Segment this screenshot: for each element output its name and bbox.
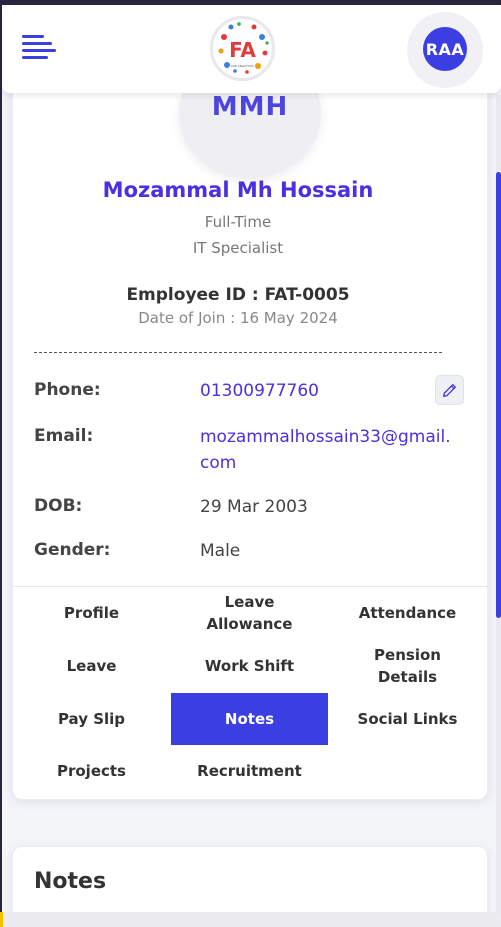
tab-pay-slip[interactable]: Pay Slip — [13, 693, 170, 745]
logo-subtext: FAB ANALYTICS — [231, 64, 254, 68]
tab-label: Details — [377, 667, 438, 686]
tab-social-links[interactable]: Social Links — [329, 693, 486, 745]
tab-profile[interactable]: Profile — [13, 588, 170, 637]
tab-notes[interactable]: Notes — [171, 693, 328, 745]
hamburger-menu-icon — [22, 35, 56, 59]
email-link[interactable]: mozammalhossain33@gmail. com — [200, 424, 451, 476]
tabs-separator — [13, 586, 487, 587]
tab-label: Profile — [63, 603, 120, 622]
dob-value: 29 Mar 2003 — [200, 497, 308, 517]
tab-label: Notes — [224, 710, 275, 728]
employment-type: Full-Time — [204, 213, 272, 231]
edit-profile-button[interactable] — [435, 375, 464, 405]
tab-label: Allowance — [206, 614, 293, 633]
pencil-icon — [443, 383, 456, 397]
tab-recruitment[interactable]: Recruitment — [171, 747, 328, 795]
tab-label: Pay Slip — [57, 710, 126, 728]
tab-attendance[interactable]: Attendance — [329, 588, 486, 637]
tab-leave[interactable]: Leave — [13, 641, 170, 690]
phone-link[interactable]: 01300977760 — [200, 378, 319, 404]
tab-label: Leave — [66, 656, 117, 675]
tab-label: Pension — [374, 645, 441, 664]
tab-work-shift[interactable]: Work Shift — [171, 641, 328, 690]
bottom-accent — [0, 912, 3, 927]
tab-projects[interactable]: Projects — [13, 747, 170, 795]
logo-icon: FA FAB ANALYTICS — [210, 16, 275, 81]
dob-label: DOB: — [34, 496, 83, 516]
tab-leave-allowance[interactable]: Leave Allowance — [171, 588, 328, 637]
tab-label: Projects — [56, 762, 126, 780]
email-label: Email: — [34, 426, 94, 446]
gender-label: Gender: — [34, 540, 111, 560]
notes-title: Notes — [34, 869, 107, 894]
tab-label: Leave — [224, 592, 275, 611]
tab-label: Recruitment — [197, 762, 302, 780]
logo-text: FA — [229, 38, 256, 62]
employee-id: Employee ID : FAT-0005 — [126, 285, 350, 305]
menu-button[interactable] — [22, 33, 58, 63]
left-edge — [0, 0, 2, 927]
tab-label: Work Shift — [204, 656, 295, 675]
employee-name: Mozammal Mh Hossain — [102, 178, 374, 202]
gender-value: Male — [200, 541, 241, 561]
date-of-join: Date of Join : 16 May 2024 — [138, 309, 338, 327]
employee-avatar-initials: MMH — [211, 92, 289, 122]
company-logo[interactable]: FA FAB ANALYTICS — [209, 15, 276, 82]
tab-label: Attendance — [358, 603, 457, 622]
email-line-1: mozammalhossain33@gmail. — [200, 427, 451, 447]
bottom-bar — [0, 912, 501, 927]
employee-designation: IT Specialist — [192, 239, 284, 257]
phone-label: Phone: — [34, 380, 101, 400]
tab-pension-details[interactable]: Pension Details — [329, 641, 486, 690]
tab-label: Social Links — [357, 710, 458, 728]
scrollbar-thumb[interactable] — [496, 172, 501, 618]
email-line-2: com — [200, 453, 237, 473]
divider — [34, 352, 442, 353]
user-avatar[interactable]: RAA — [423, 27, 467, 71]
